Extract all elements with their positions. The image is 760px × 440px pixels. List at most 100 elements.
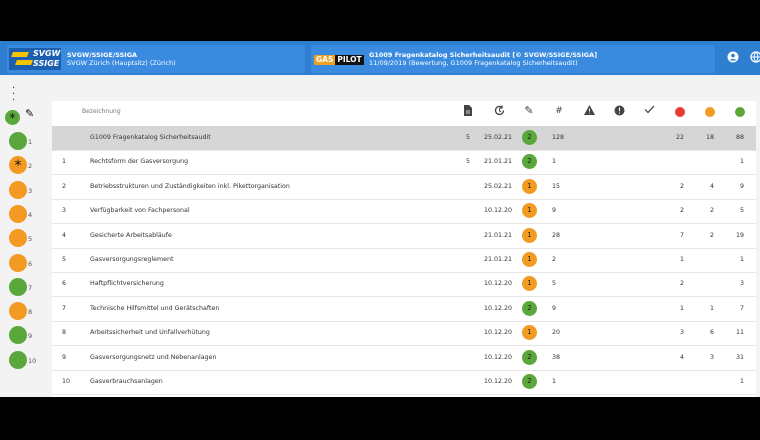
row-question-count: 38 [552, 353, 561, 361]
row-red-count: 2 [679, 207, 684, 215]
sidebar-status-dot[interactable] [9, 350, 27, 369]
row-name: Betriebsstrukturen und Zuständigkeiten i… [90, 182, 290, 190]
row-date: 25.02.21 [483, 134, 512, 141]
table-row[interactable]: 3 Verfügbarkeit von Fachpersonal 10.12.20 9… [52, 199, 756, 225]
user-icon[interactable] [727, 51, 739, 63]
row-question-count: 9 [552, 207, 557, 215]
row-status-badge[interactable]: 1 [522, 227, 537, 243]
sidebar-item-number[interactable]: 9 [28, 332, 42, 340]
row-red-count: 7 [679, 231, 684, 239]
sidebar-item-number[interactable]: 3 [28, 187, 42, 195]
row-green-count: 1 [739, 256, 744, 263]
row-status-badge[interactable]: 2 [522, 374, 537, 389]
row-status-badge[interactable]: 2 [522, 154, 537, 170]
row-red-count: 2 [679, 182, 684, 190]
edit-icon[interactable]: ✎ [523, 105, 535, 117]
row-name: Arbeitssicherheit und Unfallverhütung [90, 329, 210, 337]
row-green-count: 9 [739, 182, 744, 190]
organization-card[interactable]: SVGW SSIGE SVGW/SSIGE/SSIGA SVGW Zürich … [7, 45, 305, 73]
table-row[interactable]: 2 Betriebsstrukturen und Zuständigkeiten … [52, 175, 756, 200]
sidebar-status-dot[interactable] [9, 302, 27, 321]
red-status-dot [675, 107, 685, 117]
table-row[interactable]: 7 Technische Hilfsmittel und Gerätschafte… [52, 297, 756, 322]
row-question-count: 15 [552, 182, 561, 190]
row-orange-count: 6 [709, 329, 714, 337]
row-name: Gasversorgungsnetz und Nebenanlagen [90, 353, 217, 361]
document-icon[interactable] [462, 105, 474, 117]
orange-status-dot [705, 107, 715, 117]
row-question-count: 1 [552, 158, 557, 166]
row-question-count: 28 [552, 231, 561, 239]
sidebar-item-number[interactable]: 8 [28, 308, 42, 316]
row-green-count: 31 [735, 353, 744, 361]
document-subtitle: 11/09/2019 (Bewertung, G1009 Fragenkatal… [369, 59, 578, 67]
edit-pen-icon[interactable]: ✎ [25, 107, 34, 120]
sidebar-item-number[interactable]: 7 [28, 284, 42, 292]
asterisk-icon: * [9, 111, 16, 125]
row-name: Verfügbarkeit von Fachpersonal [90, 207, 190, 215]
row-document-count: 5 [465, 134, 470, 141]
root-status-dot[interactable]: * [5, 110, 20, 125]
table-row[interactable]: 5 Gasversorgungsreglement 21.01.21 2 1 1 1 [52, 248, 756, 273]
hash-icon: # [555, 106, 563, 116]
globe-icon[interactable] [750, 51, 760, 63]
table-row[interactable]: 8 Arbeitssicherheit und Unfallverhütung 10… [52, 321, 756, 347]
table-row[interactable]: 9 Gasversorgungsnetz und Nebenanlagen 10.1… [52, 346, 756, 371]
sidebar-item-number[interactable]: 6 [28, 260, 42, 268]
document-title: G1009 Fragenkatalog Sicherheitsaudit [© … [369, 51, 598, 59]
row-date: 21.01.21 [483, 158, 512, 166]
row-name: Gesicherte Arbeitsabläufe [90, 231, 172, 239]
table-row[interactable]: 6 Haftpflichtversicherung 10.12.20 5 2 3 1 [52, 272, 756, 298]
sidebar-item-number[interactable]: 2 [28, 162, 42, 170]
sidebar-item-number[interactable]: 1 [28, 138, 42, 146]
row-red-count: 3 [679, 329, 684, 337]
row-orange-count: 3 [709, 353, 714, 361]
document-card[interactable]: GAS PILOT G1009 Fragenkatalog Sicherheits… [311, 45, 715, 73]
sidebar-status-dot[interactable] [9, 277, 27, 296]
row-red-count: 2 [679, 280, 684, 288]
table-row[interactable]: 4 Gesicherte Arbeitsabläufe 21.01.21 28 7 2 19… [52, 224, 756, 249]
table-row[interactable]: 10 Gasverbrauchsanlagen 10.12.20 1 1 2 [52, 370, 756, 395]
sidebar-status-dot[interactable] [9, 253, 27, 272]
row-status-badge[interactable]: 1 [522, 203, 537, 219]
row-green-count: 11 [735, 329, 744, 337]
row-orange-count: 2 [709, 207, 714, 215]
row-status-badge[interactable]: 1 [522, 276, 537, 292]
row-status-badge[interactable]: 1 [522, 252, 537, 267]
sidebar-item-number[interactable]: 4 [28, 211, 42, 219]
more-menu-icon[interactable]: · · · [12, 84, 15, 106]
row-date: 10.12.20 [483, 329, 512, 337]
row-green-count: 7 [739, 304, 744, 312]
questions-table: Bezeichnung ✎ # G1009 Fragenkatalog Sich… [52, 101, 756, 397]
row-number: 8 [62, 329, 67, 337]
row-question-count: 128 [552, 134, 565, 141]
sidebar-status-dot[interactable] [9, 180, 27, 199]
sidebar-status-dot[interactable] [9, 204, 27, 223]
row-status-badge[interactable]: 2 [522, 349, 537, 365]
row-question-count: 9 [552, 304, 557, 312]
row-status-badge[interactable]: 2 [522, 300, 537, 316]
sidebar-item-number[interactable]: 5 [28, 235, 42, 243]
row-number: 1 [62, 158, 67, 166]
row-name: G1009 Fragenkatalog Sicherheitsaudit [90, 134, 211, 141]
table-row[interactable]: G1009 Fragenkatalog Sicherheitsaudit 5 25.… [52, 126, 756, 151]
sidebar-status-dot[interactable]: * [9, 156, 27, 175]
row-number: 2 [62, 182, 67, 190]
row-number: 9 [62, 353, 67, 361]
row-status-badge[interactable]: 1 [522, 325, 537, 341]
warning-icon [583, 105, 595, 117]
row-green-count: 1 [739, 158, 744, 166]
app-screen: SVGW SSIGE SVGW/SSIGE/SSIGA SVGW Zürich … [0, 41, 760, 397]
row-number: 3 [62, 207, 67, 215]
row-date: 10.12.20 [483, 207, 512, 215]
row-orange-count: 1 [709, 304, 714, 312]
sidebar-status-dot[interactable] [9, 132, 27, 150]
sidebar-item-number[interactable]: 10 [28, 357, 42, 365]
row-orange-count: 4 [709, 182, 714, 190]
row-status-badge[interactable]: 2 [522, 130, 537, 145]
history-icon[interactable] [493, 105, 505, 117]
table-row[interactable]: 1 Rechtsform der Gasversorgung 5 21.01.21 1 1… [52, 150, 756, 176]
row-date: 10.12.20 [483, 378, 512, 385]
row-green-count: 1 [739, 378, 744, 385]
row-status-badge[interactable]: 1 [522, 178, 537, 194]
